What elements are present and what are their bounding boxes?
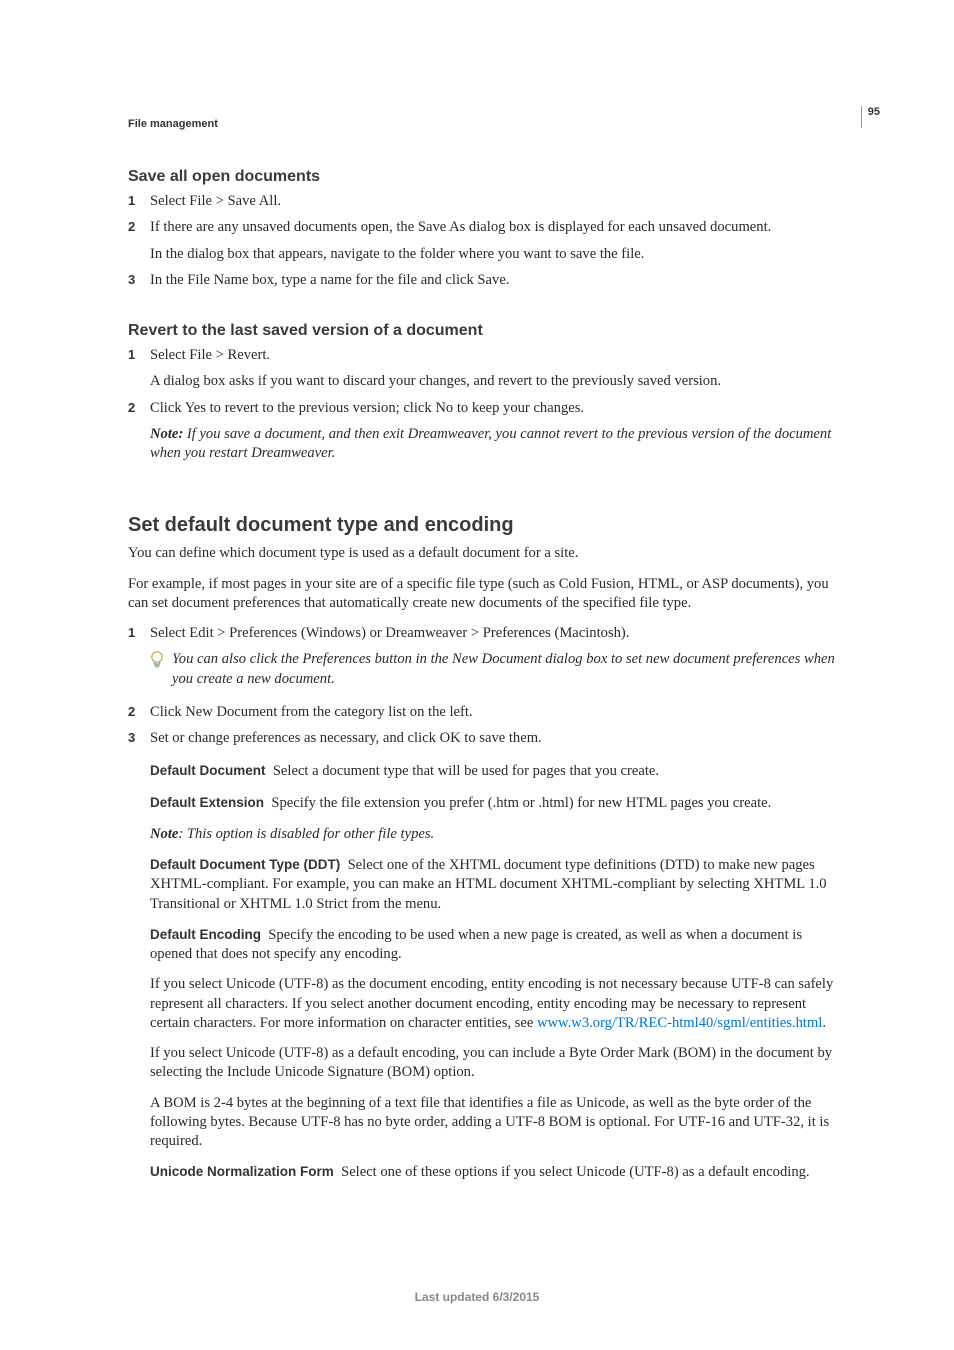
step-text: Select File > Revert.	[150, 346, 838, 365]
def-label: Default Extension	[150, 795, 264, 810]
step: 2 Click Yes to revert to the previous ve…	[128, 399, 838, 471]
step-text: Select File > Save All.	[150, 192, 838, 211]
note: Note: If you save a document, and then e…	[150, 425, 838, 464]
page: 95 File management Save all open documen…	[0, 0, 954, 1350]
page-number: 95	[868, 106, 880, 118]
step: 2 If there are any unsaved documents ope…	[128, 218, 838, 264]
def-default-encoding: Default Encoding Specify the encoding to…	[150, 926, 838, 1152]
lightbulb-icon	[150, 650, 172, 689]
step-body: If there are any unsaved documents open,…	[150, 218, 838, 264]
steps-revert: 1 Select File > Revert. A dialog box ask…	[128, 346, 838, 470]
step-text: In the File Name box, type a name for th…	[150, 271, 838, 290]
heading-save-all: Save all open documents	[128, 168, 838, 186]
step-number: 2	[128, 218, 150, 264]
running-head: File management	[128, 118, 838, 130]
def-text: Specify the file extension you prefer (.…	[271, 795, 771, 811]
tip: You can also click the Preferences butto…	[150, 650, 838, 689]
step-text: If there are any unsaved documents open,…	[150, 218, 838, 237]
step: 1 Select File > Revert. A dialog box ask…	[128, 346, 838, 392]
step-number: 3	[128, 271, 150, 290]
def-label: Default Document	[150, 763, 266, 778]
def-default-extension: Default Extension Specify the file exten…	[150, 794, 838, 813]
def-paragraph: A BOM is 2-4 bytes at the beginning of a…	[150, 1094, 838, 1152]
step-text: In the dialog box that appears, navigate…	[150, 245, 838, 264]
step-number: 1	[128, 624, 150, 696]
note: Note: This option is disabled for other …	[150, 825, 838, 844]
page-number-wrap: 95	[861, 106, 880, 128]
step-number: 3	[128, 729, 150, 748]
note-text: : This option is disabled for other file…	[178, 826, 434, 842]
steps-save-all: 1 Select File > Save All. 2 If there are…	[128, 192, 838, 290]
def-label: Unicode Normalization Form	[150, 1164, 334, 1179]
note-text: If you save a document, and then exit Dr…	[150, 426, 831, 461]
footer-last-updated: Last updated 6/3/2015	[0, 1290, 954, 1304]
step-text: Click New Document from the category lis…	[150, 703, 838, 722]
step: 1 Select File > Save All.	[128, 192, 838, 211]
def-unicode-normalization: Unicode Normalization Form Select one of…	[150, 1163, 838, 1182]
def-text: Select a document type that will be used…	[273, 763, 659, 779]
def-default-document: Default Document Select a document type …	[150, 762, 838, 781]
def-label: Default Document Type (DDT)	[150, 857, 340, 872]
step-number: 1	[128, 192, 150, 211]
def-text: Select one of these options if you selec…	[341, 1164, 809, 1180]
step-number: 1	[128, 346, 150, 392]
step-body: Select File > Save All.	[150, 192, 838, 211]
step-text: Select Edit > Preferences (Windows) or D…	[150, 624, 838, 643]
def-paragraph: If you select Unicode (UTF-8) as the doc…	[150, 975, 838, 1033]
tip-text: You can also click the Preferences butto…	[172, 650, 838, 689]
body-text: For example, if most pages in your site …	[128, 575, 838, 614]
step-body: In the File Name box, type a name for th…	[150, 271, 838, 290]
def-paragraph: If you select Unicode (UTF-8) as a defau…	[150, 1044, 838, 1083]
step: 3 In the File Name box, type a name for …	[128, 271, 838, 290]
def-label: Default Encoding	[150, 927, 261, 942]
step: 1 Select Edit > Preferences (Windows) or…	[128, 624, 838, 696]
step-body: Select File > Revert. A dialog box asks …	[150, 346, 838, 392]
step-number: 2	[128, 399, 150, 471]
body-text: You can define which document type is us…	[128, 544, 838, 563]
step-body: Select Edit > Preferences (Windows) or D…	[150, 624, 838, 696]
step-text: A dialog box asks if you want to discard…	[150, 372, 838, 391]
steps-default-doc: 1 Select Edit > Preferences (Windows) or…	[128, 624, 838, 748]
heading-default-doc-type: Set default document type and encoding	[128, 514, 838, 537]
step-text: Click Yes to revert to the previous vers…	[150, 399, 838, 418]
note-label: Note	[150, 826, 178, 842]
link-w3c-entities[interactable]: www.w3.org/TR/REC-html40/sgml/entities.h…	[537, 1015, 822, 1031]
step-body: Click Yes to revert to the previous vers…	[150, 399, 838, 471]
step-body: Set or change preferences as necessary, …	[150, 729, 838, 748]
text-span: .	[822, 1015, 826, 1031]
step-number: 2	[128, 703, 150, 722]
page-number-rule	[861, 106, 862, 128]
def-default-document-type: Default Document Type (DDT) Select one o…	[150, 856, 838, 914]
step: 2 Click New Document from the category l…	[128, 703, 838, 722]
step-body: Click New Document from the category lis…	[150, 703, 838, 722]
heading-revert: Revert to the last saved version of a do…	[128, 322, 838, 340]
step-text: Set or change preferences as necessary, …	[150, 729, 838, 748]
note-label: Note:	[150, 426, 183, 442]
step: 3 Set or change preferences as necessary…	[128, 729, 838, 748]
